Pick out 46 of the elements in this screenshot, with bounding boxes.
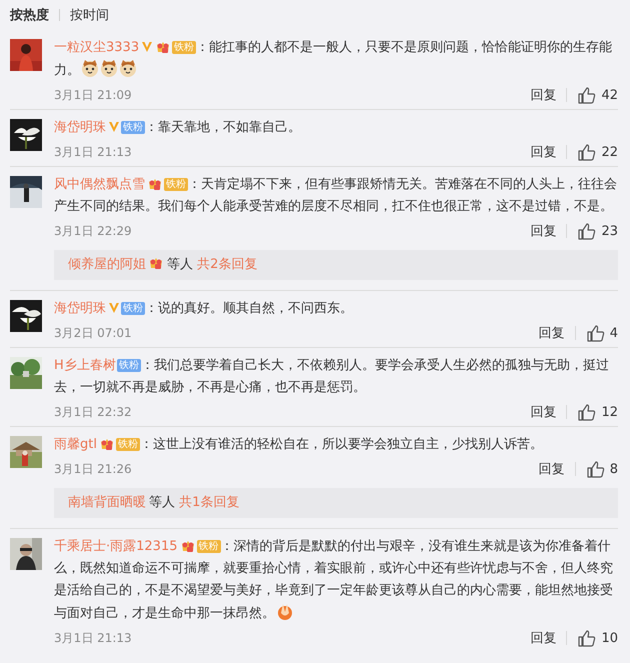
thumbs-up-icon xyxy=(586,460,605,478)
comment-time: 3月1日 21:13 xyxy=(54,144,132,160)
comment-time: 3月1日 21:09 xyxy=(54,86,132,104)
like-button[interactable]: 10 xyxy=(577,628,618,648)
comment-text: 一粒汉尘3333 铁粉：能扛事的人都不是一般人，只要不是原则问题，恰恰能证明你的生存能力。 xyxy=(54,38,614,80)
comment-text: 海岱明珠 铁粉：说的真好。顺其自然，不问西东。 xyxy=(54,300,354,318)
sort-tab[interactable]: 按热度 xyxy=(10,6,49,24)
like-button[interactable]: 42 xyxy=(577,86,618,104)
like-button[interactable]: 12 xyxy=(577,402,618,422)
reply-link[interactable]: 回复 xyxy=(538,324,565,342)
comment-time: 3月1日 21:13 xyxy=(54,630,132,646)
fan-badge: 铁粉 xyxy=(121,121,145,134)
sort-tab[interactable]: 按时间 xyxy=(70,6,109,24)
replies-suffix: 等人 xyxy=(149,495,175,510)
thumbs-up-icon xyxy=(577,142,596,162)
replies-suffix: 等人 xyxy=(167,257,193,272)
reply-link[interactable]: 回复 xyxy=(538,460,565,478)
fan-badge: 铁粉 xyxy=(164,178,188,191)
like-button[interactable]: 22 xyxy=(577,142,618,162)
fan-badge: 铁粉 xyxy=(196,540,220,553)
thumbs-up-icon xyxy=(577,222,596,240)
comment-time: 3月1日 22:29 xyxy=(54,222,132,240)
comment-text: 风中偶然飘点雪 铁粉：天肯定塌不下来，但有些事跟矫情无关。苦难落在不同的人头上，往往会产生不同的结果。我们每个人能承受苦难的层度不尽相同，扛不住也很正常，这不是过错，不是。 xyxy=(54,175,618,216)
thumbs-up-icon xyxy=(577,628,596,648)
comment-text: H乡上春树 铁粉：我们总要学着自己长大，不依赖别人。要学会承受人生必然的孤独与无助，挺过去，一切就不再是威胁，不再是心痛，也不再是惩罚。 xyxy=(54,357,610,397)
reply-link[interactable]: 回复 xyxy=(530,403,556,421)
comment-time: 3月1日 21:26 xyxy=(54,460,132,478)
fan-badge: 铁粉 xyxy=(121,302,145,315)
comment-text: 雨馨gtl 铁粉：这世上没有谁活的轻松自在，所以要学会独立自主，少找别人诉苦。 xyxy=(54,435,544,454)
comment-time: 3月1日 22:32 xyxy=(54,404,132,420)
thumbs-up-icon xyxy=(577,86,596,104)
reply-link[interactable]: 回复 xyxy=(530,86,556,104)
reply-link[interactable]: 回复 xyxy=(530,143,556,161)
like-button[interactable]: 8 xyxy=(586,460,618,478)
comment-text: 千乘居士·雨露12315 铁粉：深情的背后是默默的付出与艰辛，没有谁生来就是该为你准备着什么，既然知道命运不可揣摩，就要重拾心情，着实眼前，或许心中还有些许忧虑与不舍，但人终究是活给自己的，不是不渴望爱与美好，毕竟到了一定年龄更该尊从自己的内心需要，能坦然地接受与面对自己，才是生命中那一抹昂然。 xyxy=(54,537,614,623)
fan-badge: 铁粉 xyxy=(116,359,141,372)
thumbs-up-icon xyxy=(577,402,596,422)
thumbs-up-icon xyxy=(586,324,605,342)
reply-link[interactable]: 回复 xyxy=(530,629,556,647)
fan-badge: 铁粉 xyxy=(116,438,140,451)
comment-time: 3月2日 07:01 xyxy=(54,324,132,342)
reply-link[interactable]: 回复 xyxy=(530,222,556,240)
fan-badge: 铁粉 xyxy=(172,41,196,54)
like-button[interactable]: 23 xyxy=(577,222,618,240)
comment-text: 海岱明珠 铁粉：靠天靠地，不如靠自己。 xyxy=(54,119,302,137)
like-button[interactable]: 4 xyxy=(586,324,618,342)
